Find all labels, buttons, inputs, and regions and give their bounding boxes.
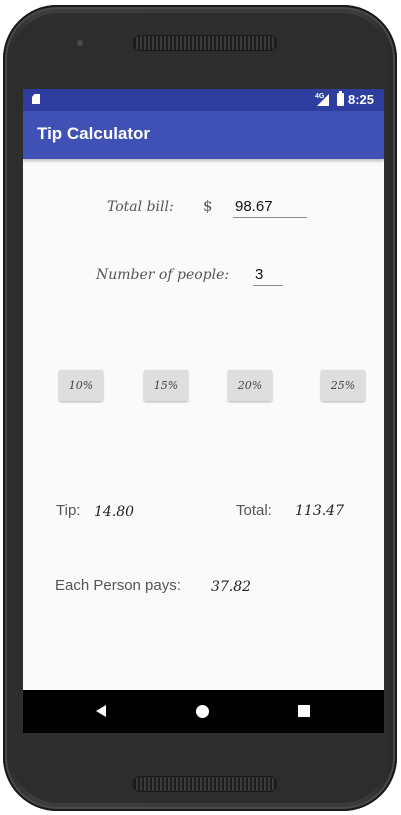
bottom-speaker-grille	[133, 776, 277, 792]
number-of-people-input[interactable]	[253, 263, 283, 286]
status-time: 8:25	[348, 92, 375, 107]
number-of-people-label: Number of people:	[96, 267, 230, 283]
total-bill-input[interactable]	[233, 195, 307, 218]
navigation-bar	[23, 690, 384, 733]
total-bill-label: Total bill:	[107, 199, 174, 215]
app-bar: Tip Calculator	[23, 111, 384, 159]
front-camera	[77, 40, 83, 46]
currency-symbol: $	[203, 197, 213, 215]
battery-icon	[337, 91, 344, 106]
tip-15-button[interactable]: 15%	[144, 370, 188, 401]
tip-value: 14.80	[94, 504, 135, 520]
tip-25-button[interactable]: 25%	[321, 370, 365, 401]
screen: 4G 8:25 Tip Calculator Total bill: $ Num…	[23, 89, 384, 733]
back-icon[interactable]	[96, 705, 106, 717]
each-person-pays-value: 37.82	[211, 579, 252, 595]
total-value: 113.47	[295, 503, 344, 519]
each-person-pays-label: Each Person pays:	[55, 577, 181, 594]
total-label: Total:	[236, 502, 272, 519]
tip-20-button[interactable]: 20%	[228, 370, 272, 401]
tip-10-button[interactable]: 10%	[59, 370, 103, 401]
top-speaker-grille	[133, 35, 277, 51]
app-title: Tip Calculator	[37, 124, 151, 143]
status-bar: 4G 8:25	[23, 89, 384, 111]
sd-card-icon	[32, 94, 40, 104]
recents-icon[interactable]	[298, 705, 310, 717]
home-icon[interactable]	[196, 705, 209, 718]
phone-frame: 4G 8:25 Tip Calculator Total bill: $ Num…	[3, 5, 397, 811]
signal-icon	[317, 94, 329, 106]
tip-label: Tip:	[56, 502, 81, 519]
